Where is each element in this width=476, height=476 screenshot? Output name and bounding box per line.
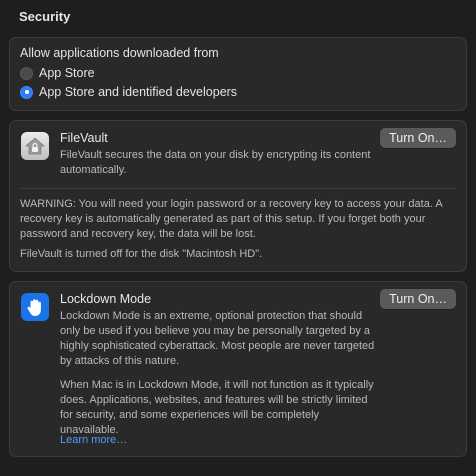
learn-more-link[interactable]: Learn more… xyxy=(60,434,127,446)
section-title: Security xyxy=(19,9,71,24)
radio-button-selected[interactable] xyxy=(20,85,33,99)
filevault-title: FileVault xyxy=(60,131,108,145)
allow-downloads-title: Allow applications downloaded from xyxy=(20,46,219,60)
lockdown-mode-title: Lockdown Mode xyxy=(60,292,152,306)
filevault-description: FileVault secures the data on your disk … xyxy=(60,149,371,176)
lockdown-turn-on-button[interactable]: Turn On… xyxy=(380,289,456,309)
radio-label: App Store xyxy=(39,66,95,80)
lockdown-mode-details: When Mac is in Lockdown Mode, it will no… xyxy=(60,379,374,436)
raised-hand-icon xyxy=(21,293,49,321)
radio-button-unselected[interactable] xyxy=(20,66,33,80)
filevault-card: FileVault FileVault secures the data on … xyxy=(9,120,467,272)
security-settings-page: Security Allow applications downloaded f… xyxy=(0,0,476,476)
lockdown-mode-card: Lockdown Mode Lockdown Mode is an extrem… xyxy=(9,281,467,457)
lockdown-mode-description: Lockdown Mode is an extreme, optional pr… xyxy=(60,310,375,367)
divider xyxy=(20,188,456,189)
house-lock-icon xyxy=(21,132,49,160)
radio-app-store[interactable]: App Store xyxy=(20,66,95,80)
filevault-warning: WARNING: You will need your login passwo… xyxy=(20,198,443,240)
allow-downloads-card: Allow applications downloaded from App S… xyxy=(9,37,467,111)
filevault-status: FileVault is turned off for the disk "Ma… xyxy=(20,248,263,260)
filevault-turn-on-button[interactable]: Turn On… xyxy=(380,128,456,148)
radio-app-store-identified-developers[interactable]: App Store and identified developers xyxy=(20,85,237,99)
radio-label: App Store and identified developers xyxy=(39,85,238,99)
